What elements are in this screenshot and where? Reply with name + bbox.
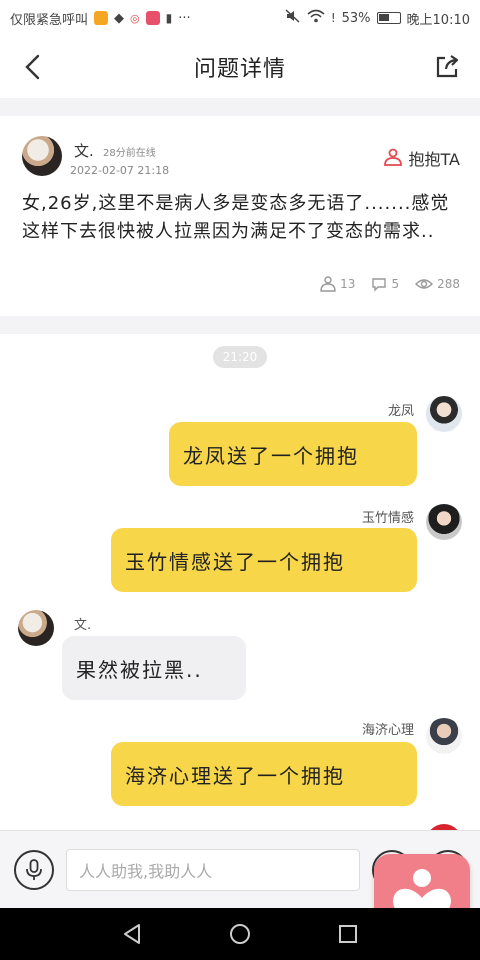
nav-back-icon[interactable] bbox=[120, 922, 144, 946]
message-input[interactable]: 人人助我,我助人人 bbox=[66, 849, 360, 891]
question-card: 文. 28分前在线 2022-02-07 21:18 抱抱TA 女,26岁,这里… bbox=[0, 116, 480, 316]
app-badge-icon bbox=[145, 11, 160, 25]
author-avatar[interactable] bbox=[22, 136, 62, 176]
app-notification-icon bbox=[94, 11, 109, 25]
author-name[interactable]: 文. bbox=[74, 140, 94, 161]
wifi-icon bbox=[307, 9, 325, 27]
voice-button[interactable] bbox=[14, 850, 54, 890]
hug-icon bbox=[383, 148, 402, 166]
message-bubble[interactable]: 果然被拉黑.. bbox=[62, 636, 246, 700]
question-stats: 13 5 288 bbox=[320, 276, 460, 292]
sender-avatar[interactable] bbox=[18, 610, 54, 646]
chat-area[interactable]: 21:20 龙凤 龙凤送了一个拥抱 玉竹情感 玉竹情感送了一个拥抱 文. 果然被… bbox=[0, 334, 480, 830]
hug-outline-icon bbox=[320, 276, 336, 292]
hug-count[interactable]: 13 bbox=[320, 276, 355, 292]
online-status: 28分前在线 bbox=[103, 148, 156, 159]
nav-recents-icon[interactable] bbox=[336, 922, 360, 946]
battery-percent: 53% bbox=[341, 10, 371, 26]
eye-icon bbox=[415, 279, 434, 289]
battery-icon bbox=[376, 12, 401, 24]
share-button[interactable] bbox=[432, 52, 462, 82]
comment-icon bbox=[372, 278, 387, 292]
view-count-value: 288 bbox=[437, 277, 460, 291]
message-bubble[interactable]: 玉竹情感送了一个拥抱 bbox=[111, 528, 417, 592]
sender-name: 玉竹情感 bbox=[361, 511, 414, 526]
clock: 晚上10:10 bbox=[406, 12, 470, 28]
comment-count-value: 5 bbox=[391, 277, 400, 291]
hug-ta-button[interactable]: 抱抱TA bbox=[383, 146, 460, 170]
carrier-text: 仅限紧急呼叫 bbox=[10, 12, 89, 28]
page-title: 问题详情 bbox=[193, 57, 286, 82]
nav-bar: 问题详情 bbox=[0, 36, 480, 98]
microphone-icon bbox=[26, 859, 42, 880]
more-notifications-icon: ··· bbox=[178, 10, 191, 26]
sender-name: 文. bbox=[74, 618, 92, 633]
share-icon bbox=[436, 55, 459, 78]
sender-avatar[interactable] bbox=[426, 504, 462, 540]
view-count: 288 bbox=[415, 277, 460, 291]
sender-avatar[interactable] bbox=[426, 718, 462, 754]
sender-avatar[interactable] bbox=[426, 396, 462, 432]
back-button[interactable] bbox=[18, 50, 48, 84]
system-nav-bar bbox=[0, 908, 480, 960]
time-divider: 21:20 bbox=[213, 346, 267, 368]
hug-count-value: 13 bbox=[340, 277, 356, 291]
qq-icon: ◆ bbox=[114, 10, 125, 26]
question-text: 女,26岁,这里不是病人多是变态多无语了.......感觉这样下去很快被人拉黑因… bbox=[22, 193, 450, 242]
nav-home-icon[interactable] bbox=[228, 922, 252, 946]
message-bubble[interactable]: 海济心理送了一个拥抱 bbox=[111, 742, 417, 806]
chevron-left-icon bbox=[25, 54, 40, 80]
signal-icon: ! bbox=[330, 11, 336, 25]
record-icon: ◎ bbox=[130, 11, 140, 25]
message-bubble[interactable]: 龙凤送了一个拥抱 bbox=[169, 422, 417, 486]
sender-name: 海济心理 bbox=[361, 723, 414, 738]
comment-count[interactable]: 5 bbox=[371, 276, 399, 292]
hug-ta-label: 抱抱TA bbox=[408, 150, 460, 169]
status-bar: 仅限紧急呼叫 ◆ ◎ ▮ ··· ! 53% 晚上10:10 bbox=[0, 0, 480, 36]
sim-icon: ▮ bbox=[165, 11, 173, 25]
mute-icon bbox=[285, 9, 301, 27]
sender-name: 龙凤 bbox=[387, 404, 414, 419]
post-date: 2022-02-07 21:18 bbox=[70, 164, 170, 177]
